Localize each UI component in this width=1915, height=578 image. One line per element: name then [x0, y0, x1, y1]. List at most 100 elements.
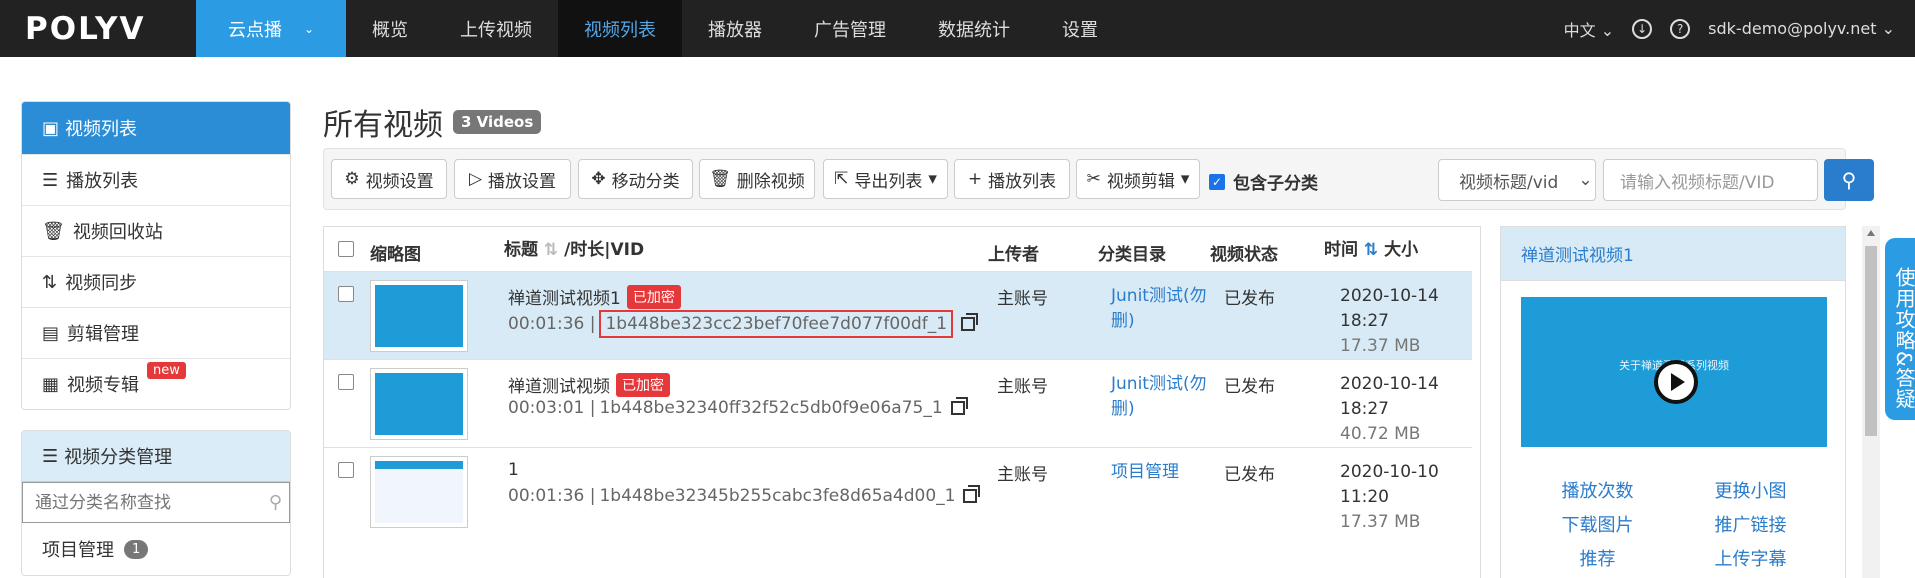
button-label: 视频剪辑 — [1106, 171, 1175, 192]
export-list-button[interactable]: ⇱ 导出列表 ▾ — [823, 159, 948, 199]
trash-icon: 🗑 — [709, 169, 731, 189]
search-icon[interactable]: ⚲ — [269, 492, 282, 513]
sidebar-item-recycle-bin[interactable]: 🗑 视频回收站 — [22, 205, 290, 256]
page-header: 所有视频 3 Videos — [323, 100, 542, 144]
playlist-button[interactable]: + 播放列表 — [954, 159, 1070, 199]
download-icon[interactable]: ↓ — [1632, 18, 1653, 39]
video-uploader: 主账号 — [997, 465, 1048, 485]
stack-icon: ▤ — [42, 322, 60, 344]
link-upload-subtitle[interactable]: 上传字幕 — [1674, 545, 1827, 571]
video-category-link[interactable]: Junit测试(勿删) — [1111, 372, 1221, 422]
table-row[interactable]: 禅道测试视频1 已加密 00:01:36 | 1b448be323cc23bef… — [324, 271, 1472, 359]
product-switcher[interactable]: 云点播 ⌄ — [196, 0, 346, 57]
user-menu[interactable]: sdk-demo@polyv.net ⌄ — [1708, 19, 1895, 38]
search-field-value: 视频标题/vid — [1459, 172, 1559, 193]
preview-title: 禅道测试视频1 — [1501, 227, 1845, 281]
include-subcategory-checkbox[interactable]: ✓ — [1209, 173, 1225, 190]
table-row[interactable]: 1 00:01:36 | 1b448be32345b255cabc3fe8d65… — [324, 447, 1472, 535]
main-nav: 概览 上传视频 视频列表 播放器 广告管理 数据统计 设置 — [346, 0, 1124, 57]
video-time: 2020-10-10 11:20 17.37 MB — [1340, 460, 1439, 535]
page-scrollbar[interactable] — [1862, 226, 1880, 578]
video-title: 禅道测试视频 已加密 — [508, 372, 670, 397]
sidebar-item-label: 剪辑管理 — [67, 324, 140, 345]
category-panel-header[interactable]: ☰ 视频分类管理 — [22, 431, 290, 481]
sponsor-logos — [1521, 447, 1827, 469]
polyv-logo[interactable]: POLYV — [0, 0, 196, 57]
video-vid: 1b448be32345b255cabc3fe8d65a4d00_1 — [599, 486, 956, 506]
sidebar-item-playlist[interactable]: ☰ 播放列表 — [22, 154, 290, 205]
video-search-input[interactable]: 请输入视频标题/VID — [1603, 159, 1818, 201]
video-toolbar: ⚙ 视频设置 ▷ 播放设置 ✥ 移动分类 🗑 删除视频 ⇱ 导出列表 ▾ + 播… — [323, 148, 1874, 210]
nav-settings[interactable]: 设置 — [1036, 0, 1124, 57]
sidebar-item-sync[interactable]: ⇅ 视频同步 — [22, 256, 290, 307]
play-settings-button[interactable]: ▷ 播放设置 — [454, 159, 571, 199]
video-title-text: 禅道测试视频1 — [508, 289, 621, 309]
column-title[interactable]: 标题 ⇅ /时长|VID — [504, 235, 644, 260]
column-duration-vid: /时长|VID — [564, 240, 645, 260]
language-switcher[interactable]: 中文 ⌄ — [1564, 17, 1615, 41]
copy-icon[interactable] — [961, 313, 979, 331]
search-button[interactable]: ⚲ — [1824, 159, 1874, 201]
category-item[interactable]: 项目管理 1 — [22, 523, 290, 575]
search-field-select[interactable]: 视频标题/vid ⌄ — [1438, 159, 1596, 201]
video-thumbnail[interactable] — [370, 368, 468, 440]
button-label: 播放列表 — [988, 171, 1057, 192]
row-checkbox[interactable] — [338, 374, 354, 390]
copy-icon[interactable] — [950, 397, 968, 415]
help-guide-tab[interactable]: 使用攻略&答疑 — [1885, 238, 1915, 420]
play-icon[interactable] — [1654, 360, 1698, 404]
nav-video-list[interactable]: 视频列表 — [558, 0, 682, 57]
nav-ads[interactable]: 广告管理 — [788, 0, 912, 57]
user-email: sdk-demo@polyv.net — [1708, 19, 1877, 38]
sidebar-item-label: 播放列表 — [66, 171, 139, 192]
video-thumbnail[interactable] — [370, 280, 468, 352]
video-menu: ▣ 视频列表 ☰ 播放列表 🗑 视频回收站 ⇅ 视频同步 ▤ 剪辑管理 ▦ 视频… — [21, 101, 291, 410]
video-category-link[interactable]: 项目管理 — [1111, 460, 1221, 485]
nav-overview[interactable]: 概览 — [346, 0, 434, 57]
link-play-count[interactable]: 播放次数 — [1521, 477, 1674, 503]
sidebar-item-album[interactable]: ▦ 视频专辑 new — [22, 358, 290, 409]
sidebar-item-clip-management[interactable]: ▤ 剪辑管理 — [22, 307, 290, 358]
preview-player[interactable]: 关于禅道测试系列视频 — [1521, 297, 1827, 469]
video-meta: 00:01:36 | 1b448be323cc23bef70fee7d077f0… — [508, 310, 979, 338]
category-item-label: 项目管理 — [42, 540, 114, 561]
move-category-button[interactable]: ✥ 移动分类 — [578, 159, 693, 199]
delete-video-button[interactable]: 🗑 删除视频 — [699, 159, 815, 199]
column-thumb: 缩略图 — [370, 245, 421, 265]
product-switcher-label: 云点播 — [228, 19, 282, 41]
select-all-checkbox[interactable] — [338, 241, 354, 257]
video-settings-button[interactable]: ⚙ 视频设置 — [331, 159, 447, 199]
nav-stats[interactable]: 数据统计 — [912, 0, 1036, 57]
column-time[interactable]: 时间 ⇅ 大小 — [1324, 235, 1418, 260]
sidebar-item-video-list[interactable]: ▣ 视频列表 — [22, 102, 290, 154]
nav-right: 中文 ⌄ ↓ ? sdk-demo@polyv.net ⌄ — [1564, 0, 1895, 57]
link-promotion[interactable]: 推广链接 — [1674, 511, 1827, 537]
table-row[interactable]: 禅道测试视频 已加密 00:03:01 | 1b448be32340ff32f5… — [324, 359, 1472, 447]
button-label: 移动分类 — [611, 171, 680, 192]
video-count-badge: 3 Videos — [453, 110, 542, 134]
nav-player[interactable]: 播放器 — [682, 0, 788, 57]
link-change-thumbnail[interactable]: 更换小图 — [1674, 477, 1827, 503]
video-title-text: 1 — [508, 460, 519, 480]
row-checkbox[interactable] — [338, 286, 354, 302]
video-clock: 18:27 — [1340, 399, 1389, 419]
nav-upload[interactable]: 上传视频 — [434, 0, 558, 57]
video-status: 已发布 — [1224, 289, 1275, 309]
video-clip-button[interactable]: ✂ 视频剪辑 ▾ — [1076, 159, 1200, 199]
scroll-up-icon[interactable] — [1867, 230, 1875, 236]
category-search-input[interactable] — [22, 482, 290, 523]
caret-down-icon: ▾ — [1180, 169, 1190, 189]
scrollbar-thumb[interactable] — [1865, 246, 1877, 436]
include-subcategory-toggle[interactable]: ✓ 包含子分类 — [1209, 169, 1318, 194]
help-icon[interactable]: ? — [1670, 18, 1691, 39]
category-search: ⚲ — [22, 481, 290, 523]
link-recommend[interactable]: 推荐 — [1521, 545, 1674, 571]
video-category-link[interactable]: Junit测试(勿删) — [1111, 284, 1221, 334]
video-time: 2020-10-14 18:27 40.72 MB — [1340, 372, 1439, 447]
chevron-down-icon: ⌄ — [1600, 20, 1615, 40]
video-thumbnail[interactable] — [370, 456, 468, 528]
copy-icon[interactable] — [963, 485, 981, 503]
row-checkbox[interactable] — [338, 462, 354, 478]
link-download-image[interactable]: 下载图片 — [1521, 511, 1674, 537]
video-clock: 11:20 — [1340, 487, 1389, 507]
